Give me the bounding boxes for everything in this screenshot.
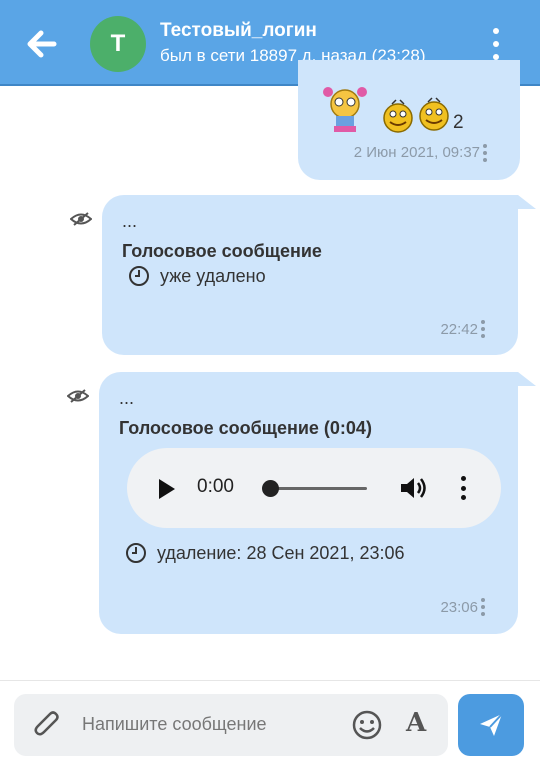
clock-icon — [126, 543, 146, 563]
message-preview: ... — [119, 388, 135, 408]
send-button[interactable] — [458, 694, 524, 756]
message-timestamp: 2 Июн 2021, 09:37 — [353, 144, 480, 161]
back-button[interactable] — [24, 26, 60, 62]
sticker-count: 2 — [453, 112, 464, 133]
deletion-status-text: уже удалено — [160, 265, 266, 286]
bubble-tail — [518, 372, 536, 386]
dot-icon — [493, 28, 499, 34]
message-bubble-stickers[interactable]: 2 2 Июн 2021, 09:37 — [298, 60, 520, 180]
eye-slash-icon — [70, 212, 92, 226]
message-type-label: Голосовое сообщение — [122, 241, 322, 261]
composer-divider — [0, 680, 540, 681]
avatar[interactable]: Т — [90, 16, 146, 72]
arrow-left-icon — [27, 30, 57, 58]
audio-player: 0:00 — [127, 448, 501, 528]
message-input[interactable]: Напишите сообщение — [82, 714, 267, 735]
deletion-status: удаление: 28 Сен 2021, 23:06 — [125, 542, 405, 564]
deletion-status-text: удаление: 28 Сен 2021, 23:06 — [157, 542, 405, 563]
audio-more-button[interactable] — [460, 476, 466, 500]
message-menu-button[interactable] — [480, 598, 486, 616]
smiley-icon[interactable] — [352, 710, 382, 740]
text-format-button[interactable]: A — [406, 708, 426, 738]
audio-progress-knob[interactable] — [262, 480, 279, 497]
clock-icon — [129, 266, 149, 286]
message-preview: ... — [122, 211, 138, 231]
more-menu-button[interactable] — [484, 28, 508, 60]
audio-current-time: 0:00 — [197, 476, 234, 497]
sticker-icons — [323, 87, 449, 133]
message-menu-button[interactable] — [482, 144, 488, 162]
contact-name[interactable]: Тестовый_логин — [160, 20, 317, 42]
dot-icon — [493, 41, 499, 47]
deletion-status: уже удалено — [128, 265, 266, 287]
message-menu-button[interactable] — [480, 320, 486, 338]
volume-icon[interactable] — [399, 475, 429, 501]
message-bubble-voice[interactable]: ... Голосовое сообщение (0:04) 0:00 удал… — [99, 372, 518, 634]
play-icon[interactable] — [157, 478, 177, 500]
eye-slash-icon — [67, 389, 89, 403]
send-icon — [480, 713, 503, 736]
message-type-label: Голосовое сообщение (0:04) — [119, 418, 372, 438]
message-timestamp: 22:42 — [440, 321, 478, 338]
message-composer: Напишите сообщение A — [14, 694, 448, 756]
audio-progress-track[interactable] — [271, 487, 367, 490]
paperclip-icon[interactable] — [34, 710, 62, 740]
bubble-tail — [518, 195, 536, 209]
message-bubble-voice-deleted[interactable]: ... Голосовое сообщение уже удалено 22:4… — [102, 195, 518, 355]
message-timestamp: 23:06 — [440, 599, 478, 616]
